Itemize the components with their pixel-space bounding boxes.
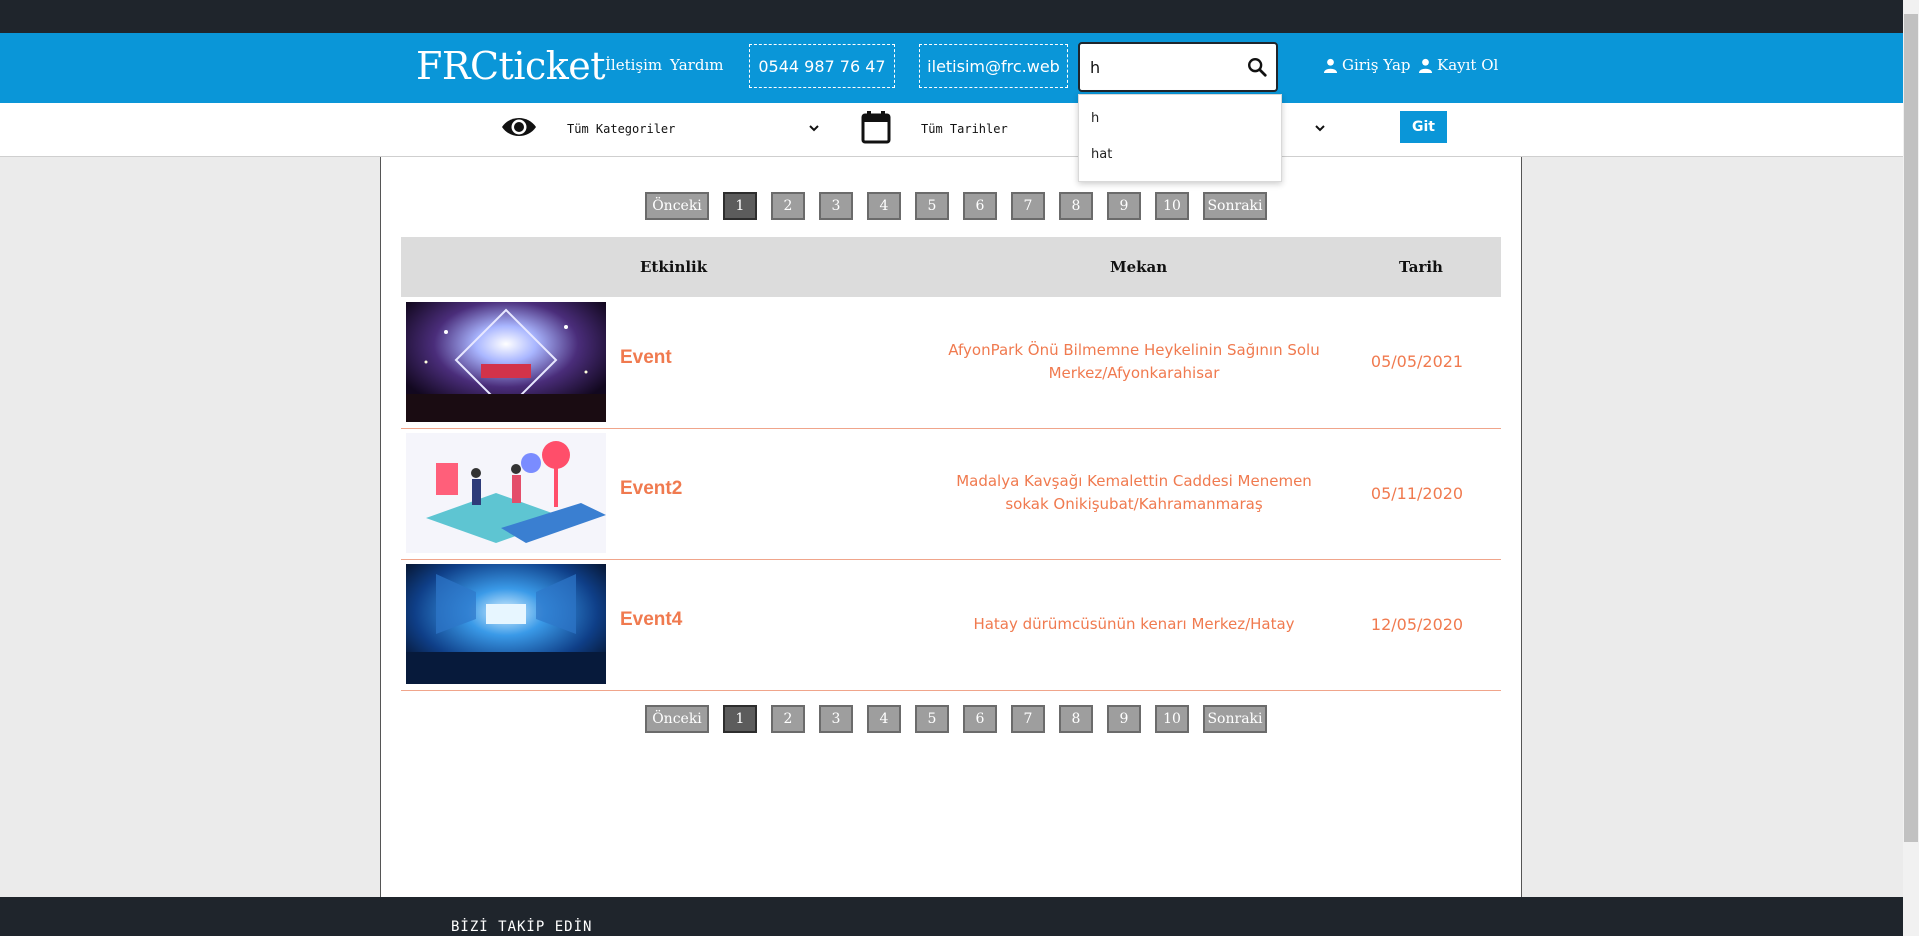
page-button[interactable]: 7 — [1011, 192, 1045, 220]
search-icon[interactable] — [1246, 56, 1268, 78]
register-link[interactable]: Kayıt Ol — [1418, 56, 1498, 74]
page-button[interactable]: 10 — [1155, 192, 1189, 220]
event-title-link[interactable]: Event2 — [620, 478, 682, 500]
search-suggestions: h hat — [1078, 94, 1282, 182]
register-label: Kayıt Ol — [1437, 56, 1499, 74]
page-button[interactable]: 5 — [915, 705, 949, 733]
event-venue: Hatay dürümcüsünün kenarı Merkez/Hatay — [973, 615, 1295, 633]
event-date: 05/05/2021 — [1370, 352, 1464, 371]
event-title-link[interactable]: Event4 — [620, 609, 682, 631]
concert-image — [406, 302, 606, 422]
event-title-link[interactable]: Event — [620, 347, 672, 369]
user-icon — [1418, 58, 1433, 73]
next-page-button[interactable]: Sonraki — [1203, 192, 1267, 220]
event-thumbnail[interactable] — [406, 302, 606, 422]
category-select[interactable]: Tüm Kategoriler — [567, 122, 675, 136]
site-footer — [0, 897, 1919, 936]
login-label: Giriş Yap — [1342, 56, 1411, 74]
page-button[interactable]: 2 — [771, 705, 805, 733]
page-button[interactable]: 10 — [1155, 705, 1189, 733]
column-header-date: Tarih — [1399, 258, 1443, 276]
site-logo[interactable]: FRCticket — [416, 42, 606, 90]
go-button[interactable]: Git — [1400, 111, 1447, 143]
user-icon — [1323, 58, 1338, 73]
concert-image — [406, 564, 606, 684]
page-button[interactable]: 3 — [819, 192, 853, 220]
people-illustration — [406, 433, 606, 553]
calendar-icon — [861, 111, 891, 144]
event-thumbnail[interactable] — [406, 564, 606, 684]
event-venue: Madalya Kavşağı Kemalettin Caddesi Menem… — [956, 472, 1312, 513]
page-button[interactable]: 8 — [1059, 705, 1093, 733]
suggestion-item[interactable]: h — [1091, 111, 1099, 126]
page-button[interactable]: 3 — [819, 705, 853, 733]
top-strip — [0, 0, 1919, 33]
page-button[interactable]: 6 — [963, 192, 997, 220]
search-input[interactable] — [1090, 56, 1240, 78]
page-button[interactable]: 6 — [963, 705, 997, 733]
column-header-event: Etkinlik — [640, 258, 708, 276]
page-button[interactable]: 8 — [1059, 192, 1093, 220]
phone-box[interactable]: 0544 987 76 47 — [749, 44, 895, 88]
page-button[interactable]: 9 — [1107, 705, 1141, 733]
page-button[interactable]: 7 — [1011, 705, 1045, 733]
table-header — [401, 237, 1501, 297]
nav-contact-link[interactable]: İletişim — [605, 56, 662, 74]
page-button[interactable]: 4 — [867, 192, 901, 220]
event-date: 12/05/2020 — [1370, 615, 1464, 634]
eye-icon — [502, 118, 536, 136]
event-date: 05/11/2020 — [1370, 484, 1464, 503]
email-box[interactable]: iletisim@frc.web — [919, 44, 1068, 88]
page-button[interactable]: 1 — [723, 705, 757, 733]
pagination-bottom: Önceki 1 2 3 4 5 6 7 8 9 10 Sonraki — [645, 705, 1281, 733]
event-thumbnail[interactable] — [406, 433, 606, 553]
follow-us-heading: BİZİ TAKİP EDİN — [451, 919, 593, 935]
page-button[interactable]: 1 — [723, 192, 757, 220]
page-button[interactable]: 4 — [867, 705, 901, 733]
search-box — [1078, 42, 1278, 92]
date-select[interactable]: Tüm Tarihler — [921, 122, 1008, 136]
prev-page-button[interactable]: Önceki — [645, 705, 709, 733]
page-button[interactable]: 2 — [771, 192, 805, 220]
next-page-button[interactable]: Sonraki — [1203, 705, 1267, 733]
scrollbar-thumb[interactable] — [1904, 14, 1918, 842]
chevron-down-icon[interactable] — [807, 121, 821, 135]
event-venue: AfyonPark Önü Bilmemne Heykelinin Sağını… — [948, 341, 1320, 382]
pagination-top: Önceki 1 2 3 4 5 6 7 8 9 10 Sonraki — [645, 192, 1281, 220]
page-button[interactable]: 9 — [1107, 192, 1141, 220]
page-button[interactable]: 5 — [915, 192, 949, 220]
column-header-venue: Mekan — [1110, 258, 1168, 276]
prev-page-button[interactable]: Önceki — [645, 192, 709, 220]
nav-help-link[interactable]: Yardım — [670, 56, 723, 74]
chevron-down-icon[interactable] — [1313, 121, 1327, 135]
login-link[interactable]: Giriş Yap — [1323, 56, 1411, 74]
suggestion-item[interactable]: hat — [1091, 147, 1112, 162]
